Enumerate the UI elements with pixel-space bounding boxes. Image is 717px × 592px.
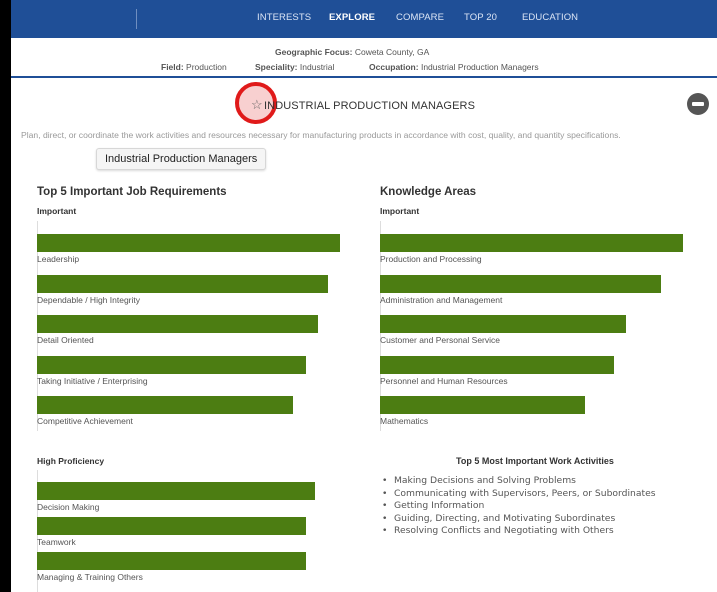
- high-proficiency-label-2: Managing & Training Others: [37, 572, 143, 582]
- job-requirements-subtitle: Important: [37, 206, 77, 216]
- occupation-info: Occupation: Industrial Production Manage…: [369, 62, 539, 72]
- nav-education[interactable]: EDUCATION: [522, 12, 578, 23]
- knowledge-area-label-3: Personnel and Human Resources: [380, 375, 508, 386]
- knowledge-areas-subtitle: Important: [380, 206, 420, 216]
- high-proficiency-bar-2: [37, 552, 306, 570]
- occupation-label: Occupation:: [369, 62, 419, 72]
- work-activity-item: Resolving Conflicts and Negotiating with…: [377, 525, 656, 538]
- high-proficiency-bar-1: [37, 517, 306, 535]
- context-info-bar: Geographic Focus: Coweta County, GA Fiel…: [11, 38, 717, 78]
- job-requirement-label-2: Detail Oriented: [37, 335, 94, 345]
- speciality-info: Speciality: Industrial: [255, 62, 334, 72]
- knowledge-area-label-4: Mathematics: [380, 416, 429, 426]
- knowledge-area-label-2: Customer and Personal Service: [380, 335, 501, 345]
- speciality-value: Industrial: [299, 62, 335, 72]
- occupation-value: Industrial Production Managers: [420, 62, 539, 72]
- field-value: Production: [186, 62, 227, 72]
- job-requirement-bar-0: [37, 234, 340, 252]
- knowledge-area-bar-0: [380, 234, 683, 252]
- nav-divider: [136, 9, 137, 29]
- speciality-label: Speciality:: [255, 62, 298, 72]
- nav-interests[interactable]: INTERESTS: [257, 12, 311, 23]
- high-proficiency-bar-0: [37, 482, 315, 500]
- occupation-description: Plan, direct, or coordinate the work act…: [21, 130, 621, 140]
- job-requirements-title: Top 5 Important Job Requirements: [37, 186, 227, 198]
- geographic-focus-label: Geographic Focus:: [275, 47, 353, 57]
- work-activities-title: Top 5 Most Important Work Activities: [456, 456, 614, 466]
- job-requirement-label-3: Taking Initiative / Enterprising: [37, 375, 148, 386]
- knowledge-area-bar-3: [380, 355, 614, 374]
- nav-compare[interactable]: COMPARE: [396, 12, 444, 23]
- knowledge-area-bar-4: [380, 396, 585, 414]
- nav-top-20[interactable]: TOP 20: [464, 12, 497, 23]
- geographic-focus-value: Coweta County, GA: [354, 47, 430, 57]
- job-requirement-bar-2: [37, 315, 318, 333]
- knowledge-area-bar-1: [380, 274, 661, 293]
- work-activity-item: Making Decisions and Solving Problems: [377, 475, 656, 488]
- work-activity-item: Guiding, Directing, and Motivating Subor…: [377, 513, 656, 526]
- high-proficiency-subtitle: High Proficiency: [37, 456, 105, 466]
- knowledge-areas-title: Knowledge Areas: [380, 186, 477, 198]
- job-requirement-label-4: Competitive Achievement: [37, 416, 133, 426]
- top-navigation-bar: INTERESTS EXPLORE COMPARE TOP 20 EDUCATI…: [11, 0, 717, 38]
- job-requirement-label-0: Leadership: [37, 254, 80, 264]
- knowledge-area-bar-2: [380, 315, 626, 333]
- work-activities-list: Making Decisions and Solving Problems Co…: [377, 475, 656, 538]
- job-requirement-bar-4: [37, 396, 293, 414]
- field-label: Field:: [161, 62, 184, 72]
- tooltip: Industrial Production Managers: [96, 148, 267, 170]
- job-requirement-bar-3: [37, 355, 306, 374]
- occupation-detail-page: INTERESTS EXPLORE COMPARE TOP 20 EDUCATI…: [11, 0, 717, 592]
- knowledge-area-label-1: Administration and Management: [380, 294, 503, 305]
- job-requirement-label-1: Dependable / High Integrity: [37, 294, 141, 305]
- occupation-title: INDUSTRIAL PRODUCTION MANAGERS: [264, 100, 476, 112]
- field-info: Field: Production: [161, 62, 227, 72]
- knowledge-area-label-0: Production and Processing: [380, 254, 482, 264]
- nav-explore[interactable]: EXPLORE: [329, 12, 375, 23]
- collapse-button[interactable]: [687, 93, 709, 115]
- geographic-focus: Geographic Focus: Coweta County, GA: [275, 47, 429, 57]
- work-activity-item: Getting Information: [377, 500, 656, 513]
- high-proficiency-label-1: Teamwork: [37, 537, 76, 547]
- work-activity-item: Communicating with Supervisors, Peers, o…: [377, 488, 656, 501]
- high-proficiency-label-0: Decision Making: [37, 502, 100, 512]
- job-requirement-bar-1: [37, 274, 328, 293]
- favorite-star-icon[interactable]: ☆: [251, 97, 263, 113]
